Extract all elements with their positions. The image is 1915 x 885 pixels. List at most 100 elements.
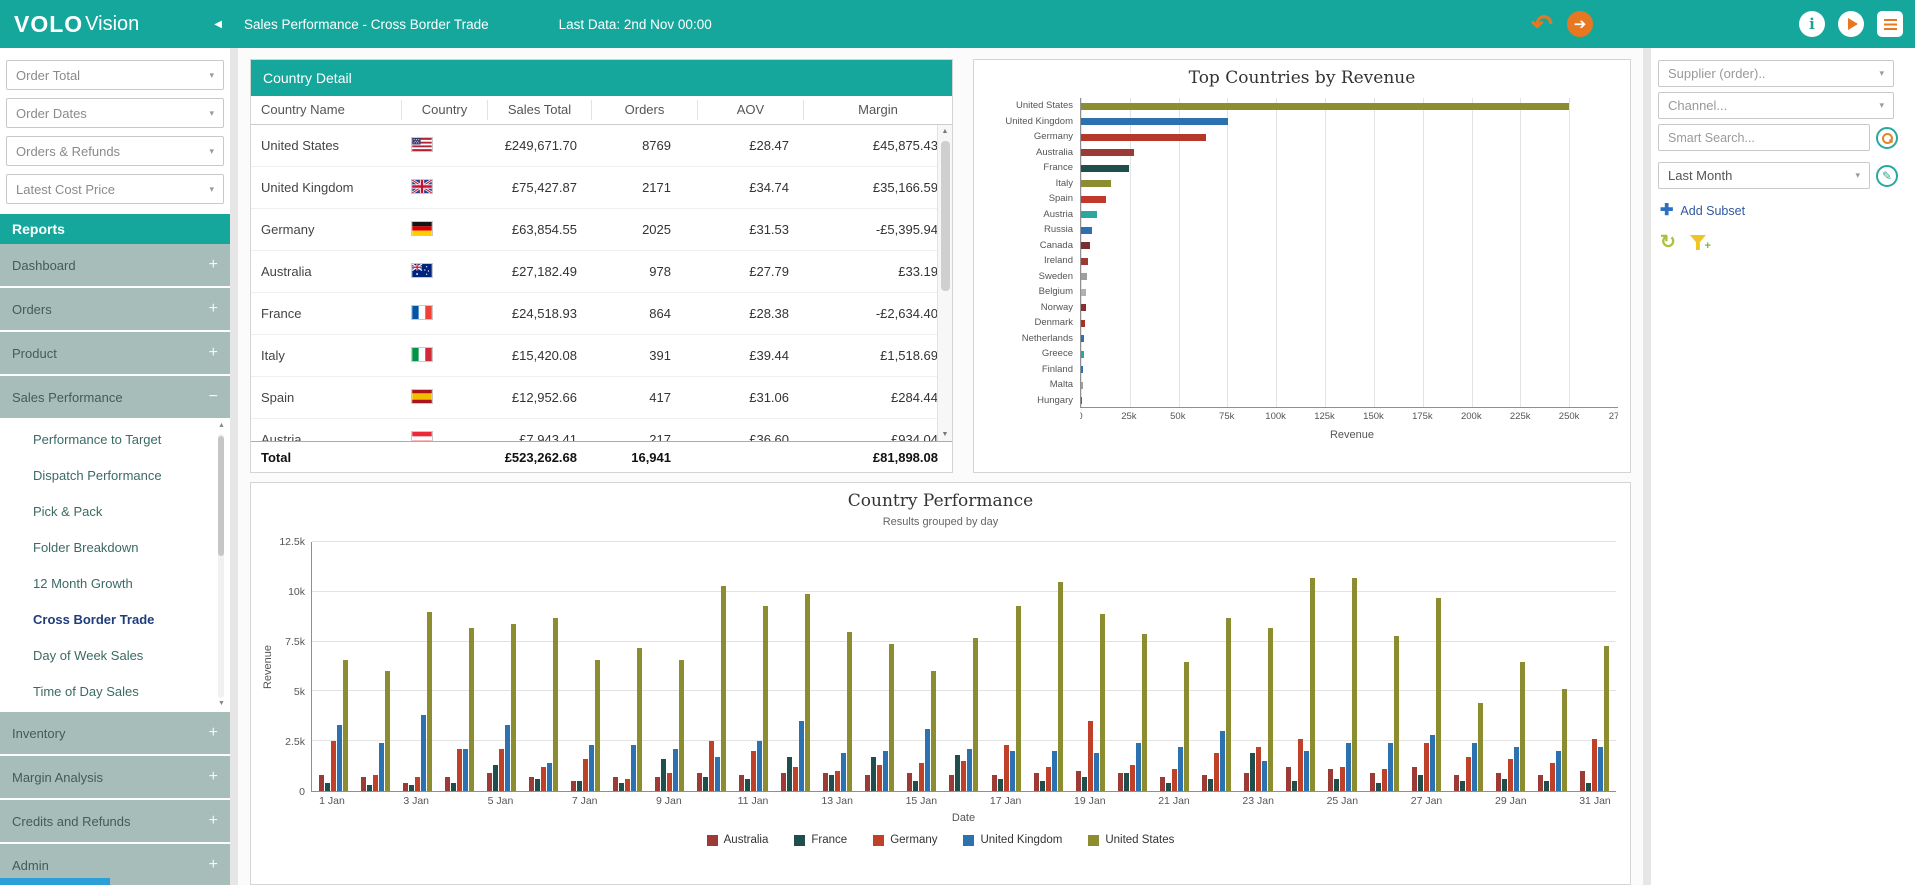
play-icon[interactable] — [1838, 11, 1864, 37]
bar-united-states[interactable] — [637, 648, 642, 791]
sidebar-item-margin-analysis[interactable]: Margin Analysis+ — [0, 756, 230, 800]
bar-australia[interactable] — [1076, 771, 1081, 791]
bar-france[interactable] — [1334, 779, 1339, 791]
bar-germany[interactable] — [583, 759, 588, 791]
bar-united-kingdom[interactable] — [1304, 751, 1309, 791]
bar-france[interactable] — [1460, 781, 1465, 791]
bar-australia[interactable] — [739, 775, 744, 791]
bar-united-states[interactable] — [469, 628, 474, 791]
bar-united-states[interactable] — [1226, 618, 1231, 791]
column-header-sales-total[interactable]: Sales Total — [487, 100, 591, 120]
scroll-down-icon[interactable]: ▼ — [938, 431, 952, 438]
bar-united-states[interactable] — [553, 618, 558, 791]
table-row-austria[interactable]: Austria£7,943.41217£36.60£934.04 — [251, 419, 952, 441]
bar-france[interactable] — [1040, 781, 1045, 791]
bar-france[interactable] — [1082, 777, 1087, 791]
bar-united-kingdom[interactable] — [421, 715, 426, 791]
supplier-filter-dropdown[interactable]: Supplier (order).. ▾ — [1658, 60, 1894, 87]
bar-united-kingdom[interactable] — [1388, 743, 1393, 791]
bar-australia[interactable] — [1160, 777, 1165, 791]
bar-france[interactable] — [493, 765, 498, 791]
bar-australia[interactable] — [865, 775, 870, 791]
collapse-icon[interactable]: − — [209, 388, 218, 406]
bar-germany[interactable] — [709, 741, 714, 791]
bar-australia[interactable] — [1370, 773, 1375, 791]
sidebar-subitem-performance-to-target[interactable]: Performance to Target — [0, 422, 230, 458]
bar-germany[interactable] — [1592, 739, 1597, 791]
bar-united-states[interactable] — [805, 594, 810, 791]
sidebar-subitem-cross-border-trade[interactable]: Cross Border Trade — [0, 602, 230, 638]
bar-germany[interactable] — [1550, 763, 1555, 791]
bar-united-states[interactable] — [847, 632, 852, 791]
bar-belgium[interactable] — [1081, 289, 1086, 296]
table-row-germany[interactable]: Germany£63,854.552025£31.53-£5,395.94 — [251, 209, 952, 251]
back-arrow-icon[interactable]: ↶ — [1529, 11, 1555, 37]
bar-germany[interactable] — [541, 767, 546, 791]
expand-icon[interactable]: + — [209, 256, 218, 274]
bar-united-states[interactable] — [1058, 582, 1063, 791]
sidebar-subitem-folder-breakdown[interactable]: Folder Breakdown — [0, 530, 230, 566]
bar-united-kingdom[interactable] — [1136, 743, 1141, 791]
bar-united-states[interactable] — [1016, 606, 1021, 791]
bar-united-states[interactable] — [385, 671, 390, 791]
bar-united-kingdom[interactable] — [757, 741, 762, 791]
filter-orders-refunds[interactable]: Orders & Refunds▾ — [6, 136, 224, 166]
bar-canada[interactable] — [1081, 242, 1090, 249]
bar-france[interactable] — [577, 781, 582, 791]
expand-icon[interactable]: + — [209, 300, 218, 318]
bar-france[interactable] — [703, 777, 708, 791]
bar-france[interactable] — [1502, 779, 1507, 791]
bar-germany[interactable] — [625, 779, 630, 791]
smart-search-input[interactable] — [1658, 124, 1870, 151]
bar-germany[interactable] — [1466, 757, 1471, 791]
scroll-up-icon[interactable]: ▲ — [938, 128, 952, 135]
bar-united-kingdom[interactable] — [883, 751, 888, 791]
bar-australia[interactable] — [1454, 775, 1459, 791]
bar-australia[interactable] — [445, 777, 450, 791]
filter-latest-cost-price[interactable]: Latest Cost Price▾ — [6, 174, 224, 204]
bar-france[interactable] — [1292, 781, 1297, 791]
bar-australia[interactable] — [1081, 149, 1134, 156]
bar-united-states[interactable] — [931, 671, 936, 791]
bar-germany[interactable] — [1046, 767, 1051, 791]
bar-united-kingdom[interactable] — [925, 729, 930, 791]
bar-united-states[interactable] — [1184, 662, 1189, 791]
bar-united-kingdom[interactable] — [1178, 747, 1183, 791]
bar-germany[interactable] — [1214, 753, 1219, 791]
forward-arrow-icon[interactable]: ➔ — [1567, 11, 1593, 37]
bar-germany[interactable] — [1256, 747, 1261, 791]
period-filter-dropdown[interactable]: Last Month ▾ — [1658, 162, 1870, 189]
bar-australia[interactable] — [361, 777, 366, 791]
sidebar-item-credits-and-refunds[interactable]: Credits and Refunds+ — [0, 800, 230, 844]
bar-australia[interactable] — [403, 783, 408, 791]
bar-france[interactable] — [871, 757, 876, 791]
sidebar-subitem-dispatch-performance[interactable]: Dispatch Performance — [0, 458, 230, 494]
bar-france[interactable] — [1124, 773, 1129, 791]
column-header-aov[interactable]: AOV — [697, 100, 803, 120]
bar-united-states[interactable] — [1436, 598, 1441, 791]
bar-australia[interactable] — [697, 773, 702, 791]
bar-germany[interactable] — [457, 749, 462, 791]
bar-australia[interactable] — [487, 773, 492, 791]
bar-australia[interactable] — [1118, 773, 1123, 791]
filter-order-dates[interactable]: Order Dates▾ — [6, 98, 224, 128]
sidebar-subitem-time-of-day-sales[interactable]: Time of Day Sales — [0, 674, 230, 710]
bar-united-kingdom[interactable] — [1598, 747, 1603, 791]
bar-germany[interactable] — [835, 771, 840, 791]
bar-spain[interactable] — [1081, 196, 1106, 203]
bar-australia[interactable] — [319, 775, 324, 791]
bar-malta[interactable] — [1081, 382, 1083, 389]
bar-australia[interactable] — [1202, 775, 1207, 791]
legend-item-germany[interactable]: Germany — [873, 834, 937, 846]
bar-germany[interactable] — [877, 765, 882, 791]
bar-hungary[interactable] — [1081, 397, 1082, 404]
bar-australia[interactable] — [613, 777, 618, 791]
bar-germany[interactable] — [1508, 759, 1513, 791]
scrollbar-thumb[interactable] — [941, 141, 950, 291]
bar-australia[interactable] — [571, 781, 576, 791]
bar-united-states[interactable] — [1562, 689, 1567, 791]
bar-france[interactable] — [325, 783, 330, 791]
bar-united-kingdom[interactable] — [1010, 751, 1015, 791]
bar-united-states[interactable] — [1520, 662, 1525, 791]
search-button[interactable] — [1876, 127, 1898, 149]
